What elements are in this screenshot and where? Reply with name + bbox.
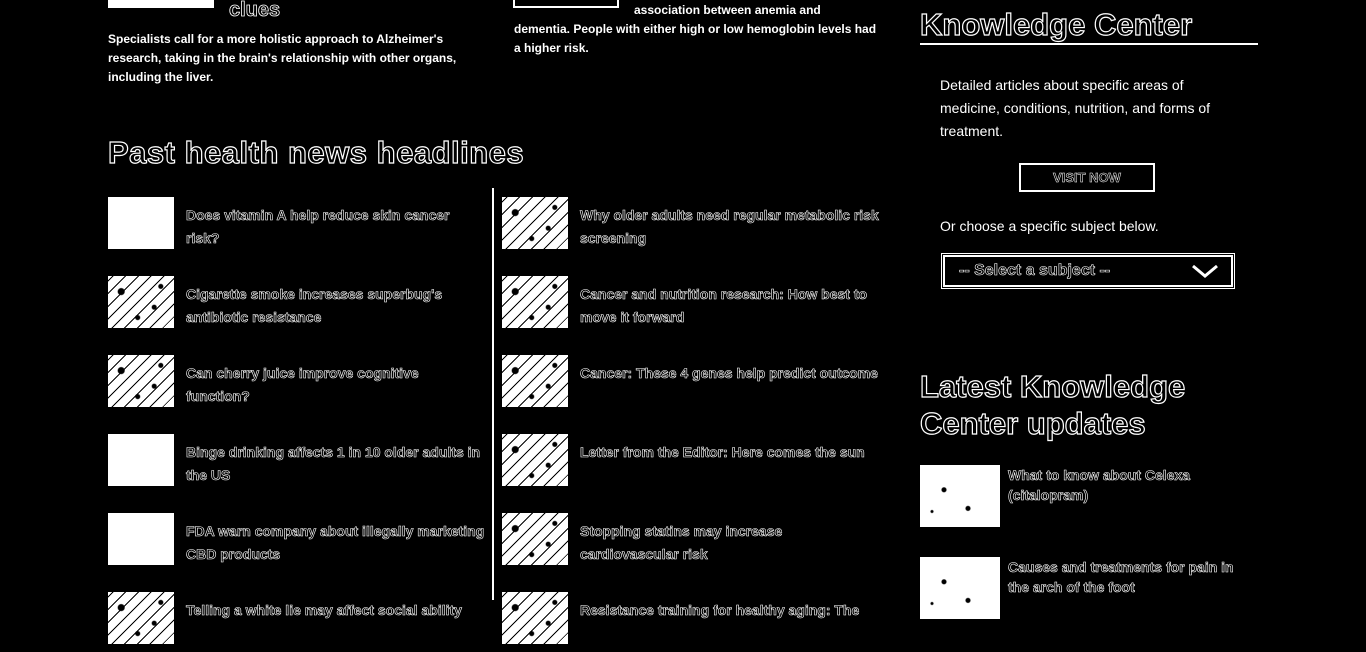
news-item[interactable]: Stopping statins may increase cardiovasc… <box>502 513 882 573</box>
news-title[interactable]: Why older adults need regular metabolic … <box>580 204 880 250</box>
news-thumbnail[interactable] <box>502 197 568 249</box>
knowledge-center-rule <box>920 43 1258 45</box>
news-item[interactable]: Can cherry juice improve cognitive funct… <box>108 355 488 415</box>
news-thumbnail[interactable] <box>108 197 174 249</box>
knowledge-center-description: Detailed articles about specific areas o… <box>940 77 1211 139</box>
chevron-down-icon <box>1192 264 1218 278</box>
update-thumbnail[interactable] <box>920 557 1000 619</box>
choose-subject-text: Or choose a specific subject below. <box>940 218 1159 234</box>
update-thumbnail[interactable] <box>920 465 1000 527</box>
news-title[interactable]: FDA warn company about illegally marketi… <box>186 520 486 566</box>
news-item[interactable]: Does vitamin A help reduce skin cancer r… <box>108 197 488 257</box>
news-thumbnail[interactable] <box>502 434 568 486</box>
news-title[interactable]: Cigarette smoke increases superbug's ant… <box>186 283 486 329</box>
update-title[interactable]: Causes and treatments for pain in the ar… <box>1008 557 1253 597</box>
news-thumbnail[interactable] <box>502 276 568 328</box>
top-article-1-summary: Specialists call for a more holistic app… <box>108 32 457 84</box>
subject-select[interactable]: -- Select a subject -- <box>941 253 1235 289</box>
news-item[interactable]: Letter from the Editor: Here comes the s… <box>502 434 882 494</box>
news-title[interactable]: Binge drinking affects 1 in 10 older adu… <box>186 441 486 487</box>
news-thumbnail[interactable] <box>502 355 568 407</box>
news-title[interactable]: Can cherry juice improve cognitive funct… <box>186 362 486 408</box>
news-thumbnail[interactable] <box>108 276 174 328</box>
news-title[interactable]: Does vitamin A help reduce skin cancer r… <box>186 204 486 250</box>
subject-select-value: -- Select a subject -- <box>959 262 1111 280</box>
news-thumbnail[interactable] <box>502 513 568 565</box>
news-item[interactable]: Cancer: These 4 genes help predict outco… <box>502 355 882 415</box>
top-article-2-summary: association between anemia and dementia.… <box>514 3 877 55</box>
news-item[interactable]: FDA warn company about illegally marketi… <box>108 513 488 573</box>
news-item[interactable]: Why older adults need regular metabolic … <box>502 197 882 257</box>
news-item[interactable]: Cigarette smoke increases superbug's ant… <box>108 276 488 336</box>
latest-updates-heading-line2: Center updates <box>919 405 1146 441</box>
latest-updates-heading: Latest Knowledge Center updates <box>919 368 1186 442</box>
top-article-1-title[interactable]: clues <box>229 0 281 20</box>
knowledge-center-heading: Knowledge Center <box>919 7 1193 42</box>
column-divider <box>492 188 494 600</box>
news-thumbnail[interactable] <box>108 355 174 407</box>
news-item[interactable]: Cancer and nutrition research: How best … <box>502 276 882 336</box>
latest-updates-heading-line1: Latest Knowledge <box>919 368 1186 404</box>
news-title[interactable]: Cancer and nutrition research: How best … <box>580 283 880 329</box>
news-title[interactable]: Resistance training for healthy aging: T… <box>580 599 880 622</box>
top-article-1-thumbnail[interactable] <box>108 0 214 8</box>
news-title[interactable]: Telling a white lie may affect social ab… <box>186 599 486 622</box>
past-news-heading: Past health news headlines <box>107 135 525 170</box>
news-item[interactable]: Resistance training for healthy aging: T… <box>502 592 882 652</box>
news-thumbnail[interactable] <box>108 513 174 565</box>
news-item[interactable]: Binge drinking affects 1 in 10 older adu… <box>108 434 488 494</box>
news-title[interactable]: Cancer: These 4 genes help predict outco… <box>580 362 880 385</box>
news-item[interactable]: Telling a white lie may affect social ab… <box>108 592 488 652</box>
news-title[interactable]: Stopping statins may increase cardiovasc… <box>580 520 880 566</box>
news-title[interactable]: Letter from the Editor: Here comes the s… <box>580 441 880 464</box>
visit-now-button[interactable]: VISIT NOW <box>1019 163 1155 192</box>
update-title[interactable]: What to know about Celexa (citalopram) <box>1008 465 1253 505</box>
news-thumbnail[interactable] <box>108 434 174 486</box>
